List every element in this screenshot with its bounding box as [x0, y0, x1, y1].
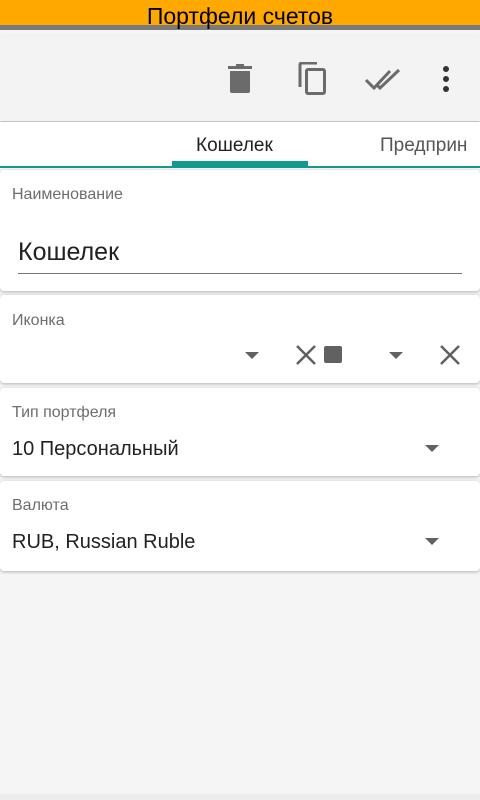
app-title: Портфели счетов: [146, 3, 334, 29]
app-title-bar: Портфели счетов: [0, 0, 480, 30]
double-check-icon: [365, 68, 401, 90]
portfolio-type-label: Тип портфеля: [12, 404, 117, 421]
selected-tab-indicator: [172, 161, 308, 166]
name-input[interactable]: [18, 232, 462, 274]
more-vert-icon: [443, 66, 449, 92]
name-label: Наименование: [12, 186, 123, 203]
portfolio-type-value: 10 Персональный: [12, 438, 179, 460]
copy-button[interactable]: [290, 57, 334, 101]
clear-icon[interactable]: [295, 344, 317, 366]
delete-button[interactable]: [218, 57, 262, 101]
icon-label: Иконка: [12, 312, 65, 329]
bottom-edge: [0, 794, 480, 800]
currency-value: RUB, Russian Ruble: [12, 531, 196, 553]
mark-done-button[interactable]: [362, 57, 406, 101]
portfolio-type-dropdown-arrow-icon[interactable]: [425, 445, 439, 452]
icon-card: Иконка: [0, 295, 480, 383]
tab-wallet[interactable]: Кошелек: [196, 122, 273, 166]
name-card: Наименование: [0, 170, 480, 291]
tab-business[interactable]: Предприн: [380, 122, 467, 166]
tab-bar: Кошелек Предприн: [0, 122, 480, 168]
color-dropdown-arrow-icon[interactable]: [389, 352, 403, 359]
icon-dropdown-arrow-icon[interactable]: [245, 352, 259, 359]
copy-icon: [298, 62, 326, 95]
more-menu-button[interactable]: [424, 57, 468, 101]
clear-color-icon[interactable]: [439, 344, 461, 366]
currency-card[interactable]: Валюта RUB, Russian Ruble: [0, 481, 480, 571]
action-toolbar: [0, 35, 480, 121]
portfolio-type-card[interactable]: Тип портфеля 10 Персональный: [0, 388, 480, 476]
currency-label: Валюта: [12, 497, 69, 514]
selected-icon-preview-square-icon: [324, 346, 342, 363]
trash-icon: [228, 64, 252, 93]
currency-dropdown-arrow-icon[interactable]: [425, 538, 439, 545]
